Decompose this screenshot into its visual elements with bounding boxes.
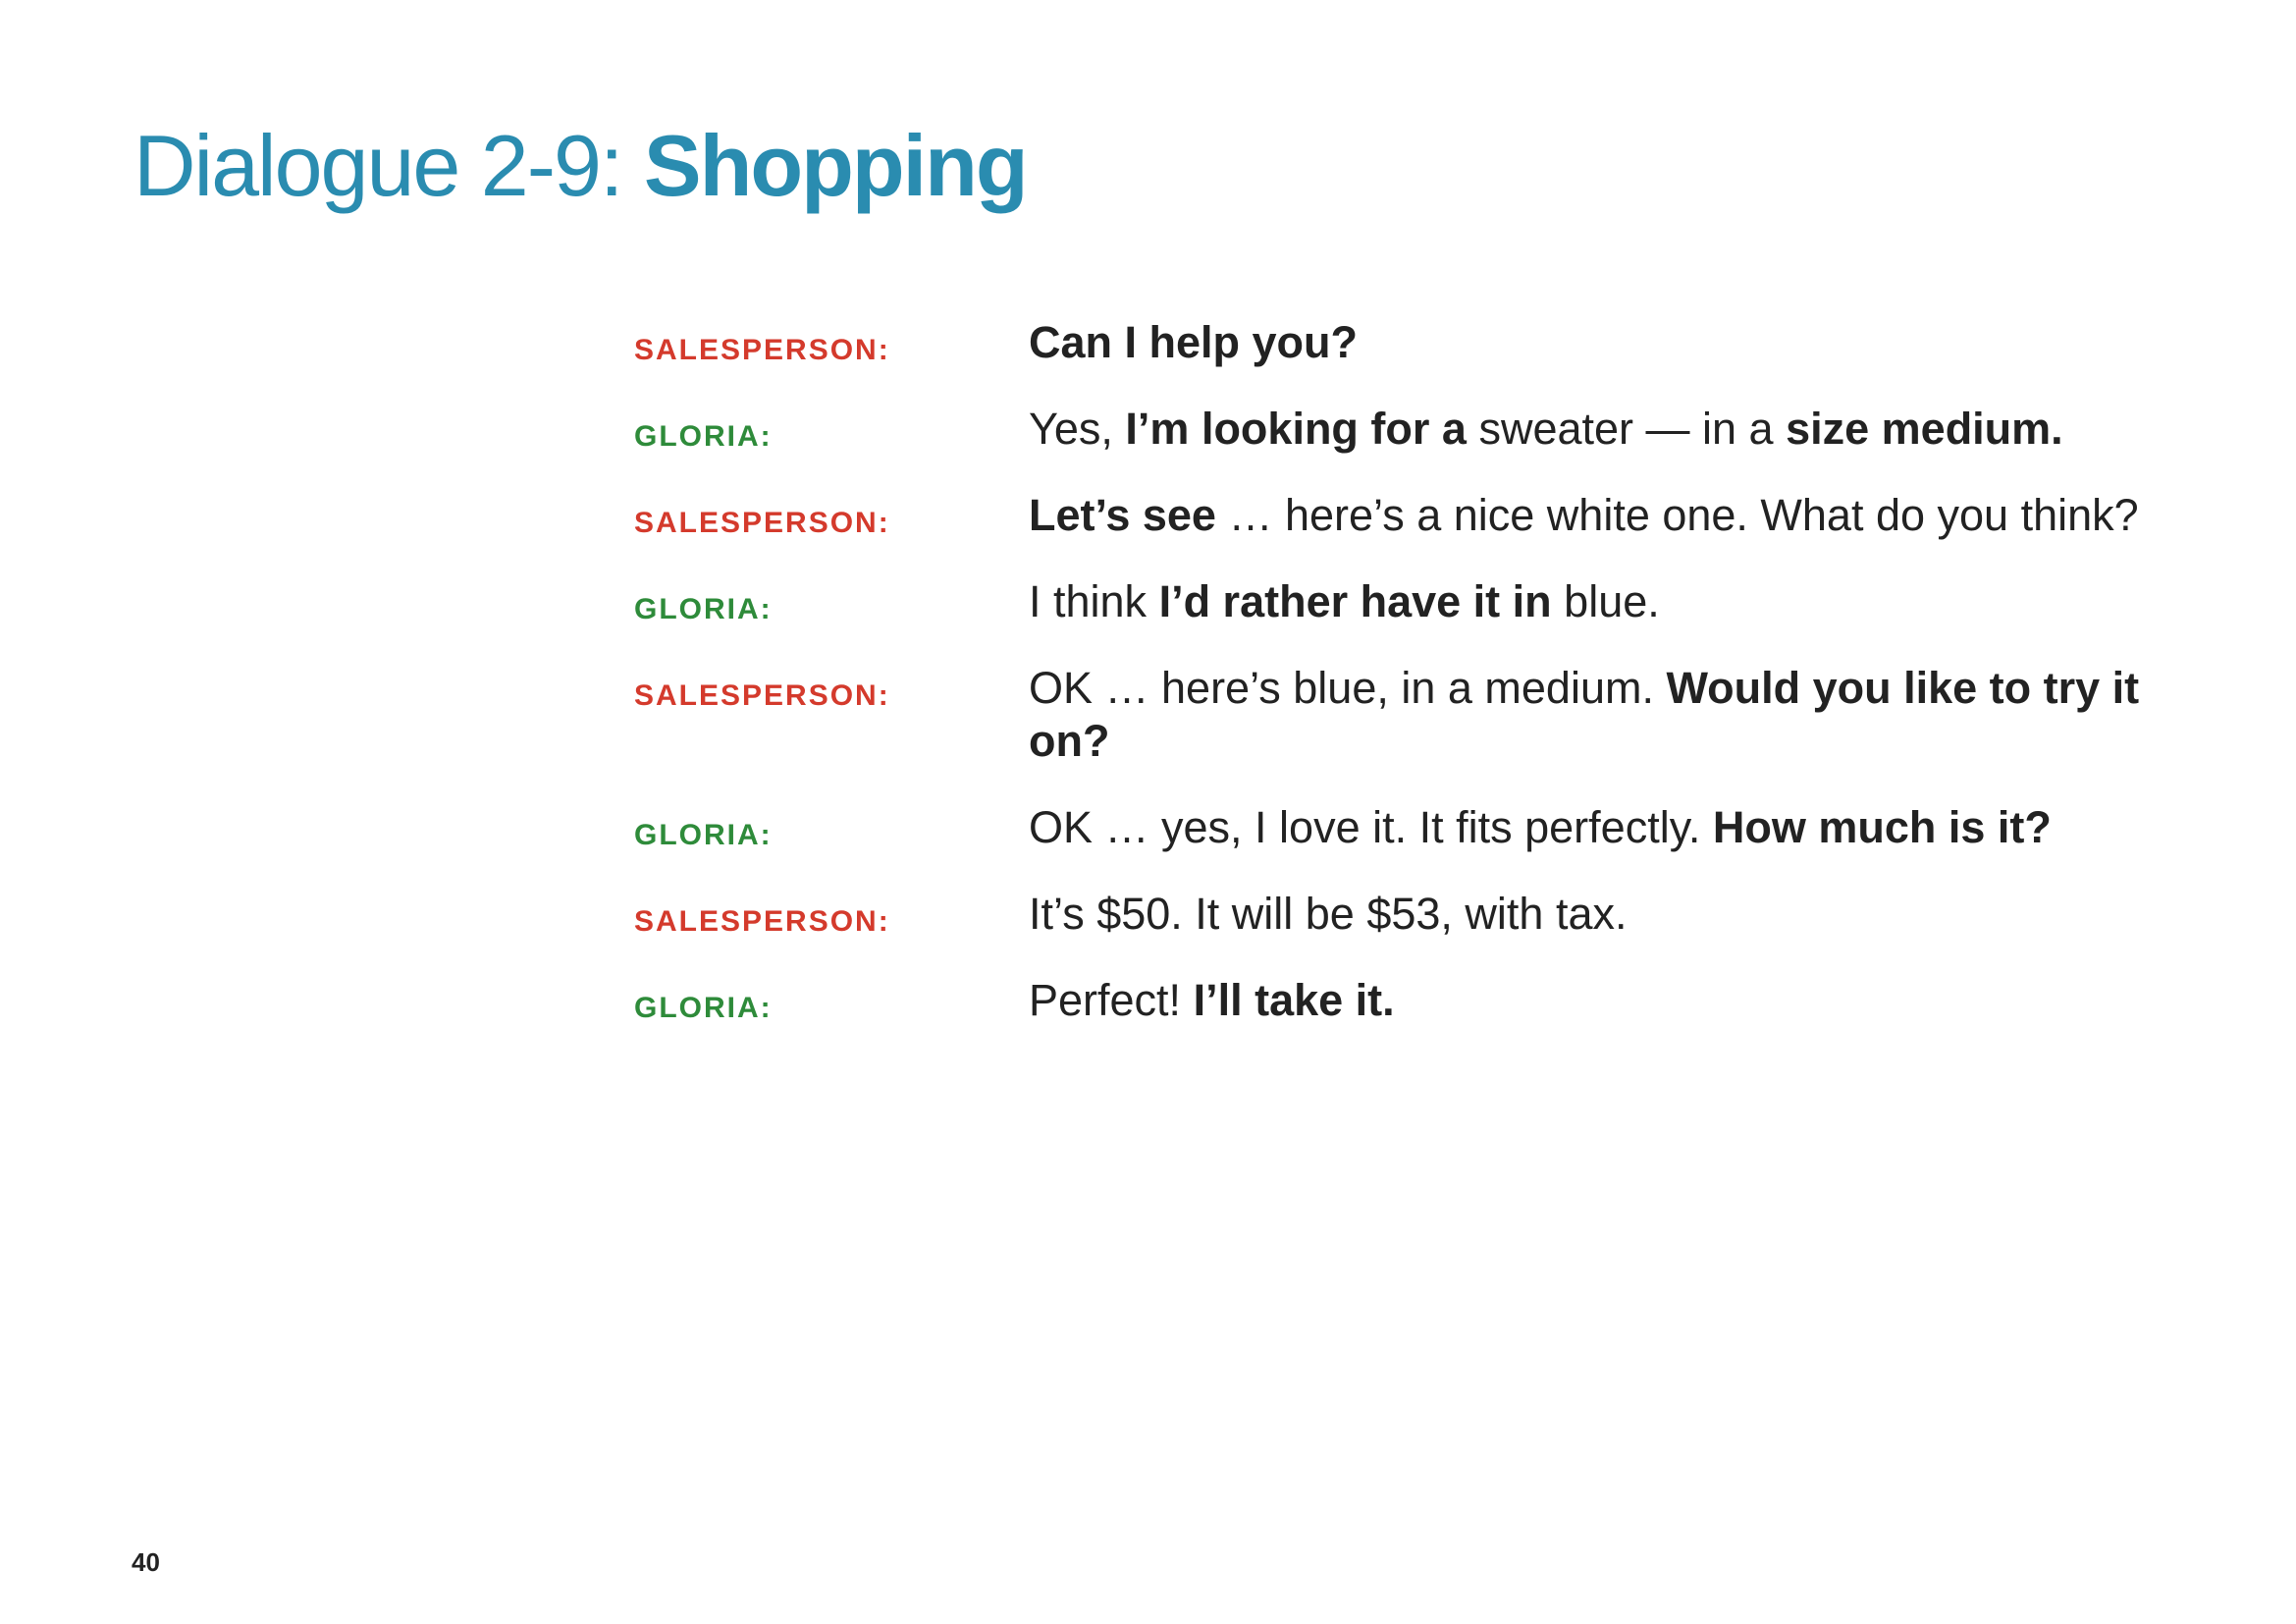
dialogue-line: GLORIA: I think I’d rather have it in blu… [634,575,2165,628]
bold-phrase: I’d rather have it in [1158,576,1552,626]
utterance-text: Perfect! I’ll take it. [1029,974,2158,1027]
dialogue-line: SALESPERSON: It’s $50. It will be $53, wi… [634,888,2165,941]
speaker-label-salesperson: SALESPERSON: [634,679,890,712]
title-main: Shopping [643,117,1029,214]
plain-phrase: It’s $50. It will be $53, with tax. [1029,889,1628,939]
dialogue-line: SALESPERSON: Let’s see … here’s a nice wh… [634,489,2165,542]
plain-phrase: OK … here’s blue, in a medium. [1029,663,1667,713]
plain-phrase: blue. [1551,576,1660,626]
plain-phrase: Yes, [1029,404,1126,454]
utterance-text: Can I help you? [1029,316,2158,369]
page-number: 40 [132,1547,160,1577]
bold-phrase: size medium. [1786,404,2063,454]
plain-phrase: Perfect! [1029,975,1194,1025]
dialogue-line: GLORIA: OK … yes, I love it. It fits perf… [634,801,2165,854]
plain-phrase: sweater — in a [1466,404,1787,454]
bold-phrase: Let’s see [1029,490,1216,540]
bold-phrase: I’m looking for a [1125,404,1467,454]
speaker-label-salesperson: SALESPERSON: [634,507,890,539]
dialogue-line: GLORIA: Perfect! I’ll take it. [634,974,2165,1027]
page-title: Dialogue 2-9: Shopping [133,116,1029,216]
speaker-label-salesperson: SALESPERSON: [634,334,890,366]
dialogue-line: SALESPERSON: Can I help you? [634,316,2165,369]
dialogue-line: SALESPERSON: OK … here’s blue, in a mediu… [634,662,2165,768]
speaker-label-gloria: GLORIA: [634,819,773,851]
utterance-text: Let’s see … here’s a nice white one. Wha… [1029,489,2158,542]
plain-phrase: I think [1029,576,1159,626]
bold-phrase: I’ll take it. [1193,975,1395,1025]
dialogue-list: SALESPERSON: Can I help you? GLORIA: Yes, I… [634,316,2165,1060]
plain-phrase: OK … yes, I love it. It fits perfectly. [1029,802,1713,852]
speaker-label-gloria: GLORIA: [634,420,773,453]
utterance-text: It’s $50. It will be $53, with tax. [1029,888,2158,941]
plain-phrase: … here’s a nice white one. What do you t… [1215,490,2139,540]
speaker-label-gloria: GLORIA: [634,992,773,1024]
utterance-text: I think I’d rather have it in blue. [1029,575,2158,628]
utterance-text: OK … yes, I love it. It fits perfectly. … [1029,801,2158,854]
utterance-text: Yes, I’m looking for a sweater — in a si… [1029,403,2158,456]
speaker-label-salesperson: SALESPERSON: [634,905,890,938]
bold-phrase: How much is it? [1712,802,2052,852]
bold-phrase: Can I help you? [1029,317,1359,367]
speaker-label-gloria: GLORIA: [634,593,773,625]
dialogue-line: GLORIA: Yes, I’m looking for a sweater — … [634,403,2165,456]
utterance-text: OK … here’s blue, in a medium. Would you… [1029,662,2158,768]
title-prefix: Dialogue 2-9: [133,117,644,214]
